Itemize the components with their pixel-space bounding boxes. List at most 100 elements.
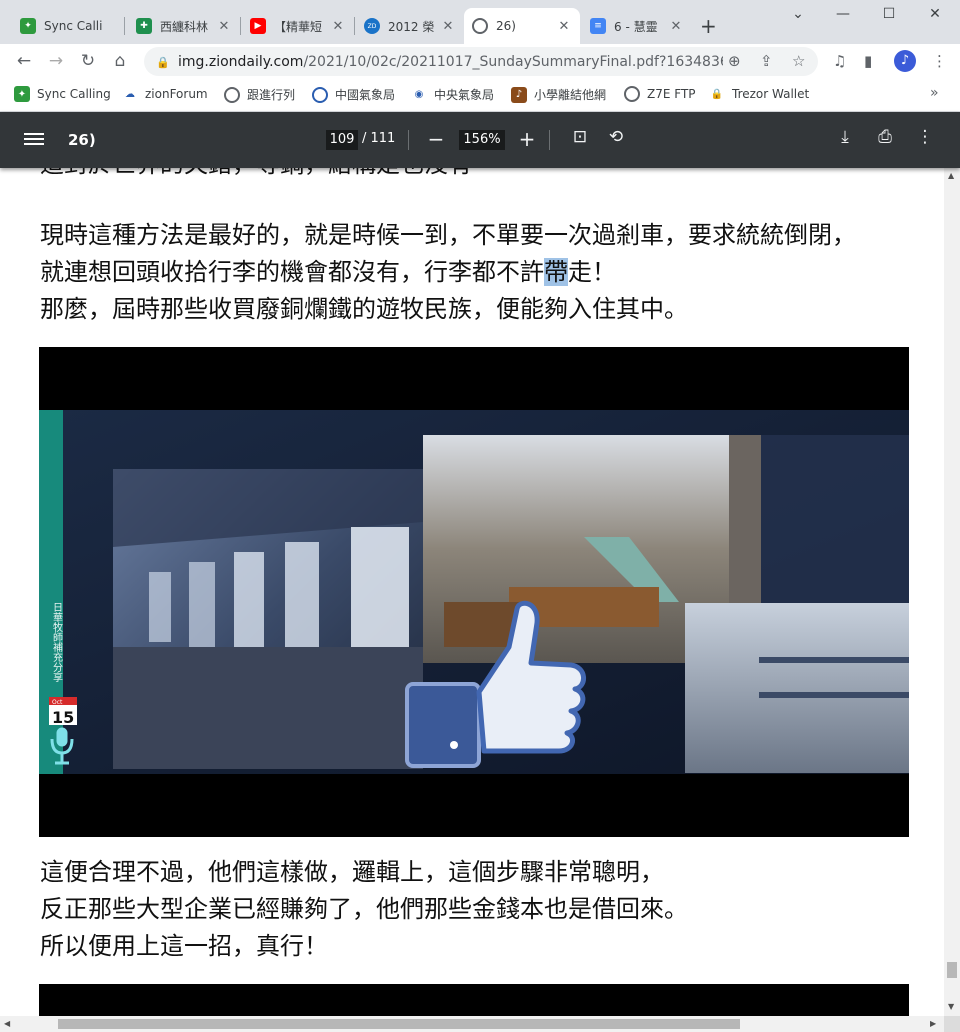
bookmark-trezor[interactable]: 🔒 Trezor Wallet	[709, 86, 809, 102]
bookmark-sync-calling[interactable]: ✦ Sync Calling	[14, 86, 111, 102]
tab-youtube[interactable]: ▶ 【精華短 ✕	[242, 8, 354, 44]
minimize-button[interactable]: —	[820, 6, 866, 22]
calendar-icon: Oct 15	[49, 697, 77, 727]
bookmark-label: 中央氣象局	[434, 88, 495, 102]
url-host: img.ziondaily.com	[178, 53, 304, 70]
toolbar-divider	[408, 130, 409, 150]
vertical-scrollbar[interactable]: ▲ ▼	[944, 168, 960, 1016]
tab-docs[interactable]: ≡ 6 - 慧靈 ✕	[582, 8, 692, 44]
bookmark-cwb[interactable]: ◉ 中央氣象局	[411, 86, 494, 103]
back-button[interactable]: ←	[12, 49, 36, 73]
tab-search-button[interactable]: ⌄	[775, 6, 821, 22]
close-tab-icon[interactable]: ✕	[330, 19, 346, 34]
url-path: /2021/10/02c/20211017_SundaySummaryFinal…	[303, 53, 723, 70]
close-tab-icon[interactable]: ✕	[556, 19, 572, 34]
guitar-icon: ♪	[511, 86, 527, 103]
bookmark-label: zionForum	[145, 87, 208, 101]
close-window-button[interactable]: ✕	[912, 6, 958, 22]
toolbar-divider	[549, 130, 550, 150]
home-button[interactable]: ⌂	[108, 49, 132, 73]
bookmark-label: 小學離結他網	[534, 88, 607, 102]
page-total: / 111	[362, 131, 396, 146]
bookmarks-bar: ✦ Sync Calling ☁ zionForum 跟進行列 中國氣象局 ◉ …	[0, 78, 960, 112]
share-icon[interactable]: ⇪	[760, 52, 773, 70]
tab-title: Sync Calli	[44, 19, 103, 33]
print-icon[interactable]: ⎙	[873, 127, 897, 147]
tab-title: 【精華短	[274, 19, 323, 34]
sync-calling-icon: ✦	[14, 86, 30, 102]
fit-to-page-icon[interactable]: ⊡	[568, 127, 592, 147]
scroll-up-icon[interactable]: ▲	[948, 171, 954, 180]
scroll-right-icon[interactable]: ▶	[930, 1019, 936, 1028]
bookmark-label: 跟進行列	[247, 88, 296, 102]
tab-western-tech[interactable]: ✚ 西纏科林 ✕	[128, 8, 240, 44]
close-tab-icon[interactable]: ✕	[668, 19, 684, 34]
rotate-icon[interactable]: ⟲	[604, 127, 628, 147]
more-menu-icon[interactable]: ⋮	[932, 52, 947, 70]
scroll-left-icon[interactable]: ◀	[4, 1019, 10, 1028]
scrollbar-corner	[944, 1016, 960, 1032]
tab-sync-calling[interactable]: ✦ Sync Calli	[12, 8, 124, 44]
text-line: 現時這種方法是最好的，就是時候一到，不單要一次過剎車，要求統統倒閉，	[40, 221, 856, 249]
zoom-input[interactable]: 156%	[459, 130, 505, 150]
eye-icon: ◉	[411, 86, 427, 103]
zoom-icon[interactable]: ⊕	[728, 52, 741, 70]
globe-icon	[472, 18, 488, 34]
browser-toolbar: ← → ↻ ⌂ 🔒 img.ziondaily.com/2021/10/02c/…	[0, 44, 960, 78]
globe-icon	[624, 86, 640, 102]
bookmark-follow-up[interactable]: 跟進行列	[224, 86, 295, 103]
text-line: 那麼，屆時那些收買廢銅爛鐵的遊牧民族，便能夠入住其中。	[40, 295, 688, 323]
scroll-down-icon[interactable]: ▼	[948, 1002, 954, 1011]
more-bookmarks-icon[interactable]: »	[930, 85, 939, 101]
tab-2012[interactable]: ZD 2012 榮 ✕	[356, 8, 464, 44]
green-cross-icon: ✚	[136, 18, 152, 34]
profile-avatar[interactable]: ♪	[894, 50, 916, 72]
more-options-icon[interactable]: ⋮	[913, 127, 937, 147]
zoom-out-icon[interactable]: −	[424, 127, 448, 151]
sidebar-menu-icon[interactable]	[24, 130, 44, 150]
pdf-title: 26)	[68, 131, 96, 149]
download-icon[interactable]: ⤓	[833, 127, 857, 147]
bookmark-ftp[interactable]: Z7E FTP	[624, 86, 696, 102]
side-panel-icon[interactable]: ▮	[864, 52, 872, 70]
vertical-scroll-thumb[interactable]	[947, 962, 957, 978]
tab-divider	[240, 17, 241, 35]
docs-icon: ≡	[590, 18, 606, 34]
forward-button[interactable]: →	[44, 49, 68, 73]
bookmark-label: Trezor Wallet	[732, 87, 810, 101]
slide-graphic: 日華牧師補充分享 Oct 15	[39, 410, 909, 774]
maximize-button[interactable]: ☐	[866, 6, 912, 22]
bookmark-zionforum[interactable]: ☁ zionForum	[122, 86, 208, 102]
horizontal-scroll-thumb[interactable]	[58, 1019, 740, 1029]
address-bar[interactable]: 🔒 img.ziondaily.com/2021/10/02c/20211017…	[144, 47, 818, 76]
tab-strip: ✦ Sync Calli ✚ 西纏科林 ✕ ▶ 【精華短 ✕ ZD 2012 榮…	[0, 0, 960, 44]
page-number-input[interactable]: 109	[326, 130, 358, 150]
lock-icon[interactable]: 🔒	[156, 56, 170, 69]
weather-bureau-icon	[312, 86, 328, 103]
close-tab-icon[interactable]: ✕	[216, 19, 232, 34]
tab-title: 6 - 慧靈	[614, 19, 658, 34]
zoom-in-icon[interactable]: +	[515, 127, 539, 151]
tab-divider	[354, 17, 355, 35]
calendar-day: 15	[52, 708, 74, 727]
close-tab-icon[interactable]: ✕	[440, 19, 456, 34]
new-tab-button[interactable]: +	[700, 14, 717, 38]
bookmark-guitar[interactable]: ♪ 小學離結他網	[511, 86, 606, 103]
bookmark-star-icon[interactable]: ☆	[792, 52, 805, 70]
zion-forum-icon: ☁	[122, 86, 138, 102]
tab-divider	[124, 17, 125, 35]
reload-button[interactable]: ↻	[76, 49, 100, 73]
horizontal-scrollbar[interactable]: ◀ ▶	[0, 1016, 944, 1032]
pdf-viewer[interactable]: 這對於世界的失錯，等鍋，結構是也沒有 現時這種方法是最好的，就是時候一到，不單要…	[0, 168, 944, 1016]
url-text[interactable]: img.ziondaily.com/2021/10/02c/20211017_S…	[178, 54, 723, 70]
tab-title: 26)	[496, 19, 516, 33]
bookmark-cma[interactable]: 中國氣象局	[312, 86, 395, 103]
text-segment: 走！	[568, 258, 616, 286]
lock-icon: 🔒	[709, 86, 725, 102]
tab-pdf-active[interactable]: 26) ✕	[464, 8, 580, 44]
youtube-icon: ▶	[250, 18, 266, 34]
globe-icon	[224, 86, 240, 103]
text-line: 這便合理不過，他們這樣做，邏輯上，這個步驟非常聰明，	[40, 858, 664, 886]
calendar-month: Oct	[52, 699, 63, 706]
media-control-icon[interactable]: ♫	[833, 52, 846, 70]
